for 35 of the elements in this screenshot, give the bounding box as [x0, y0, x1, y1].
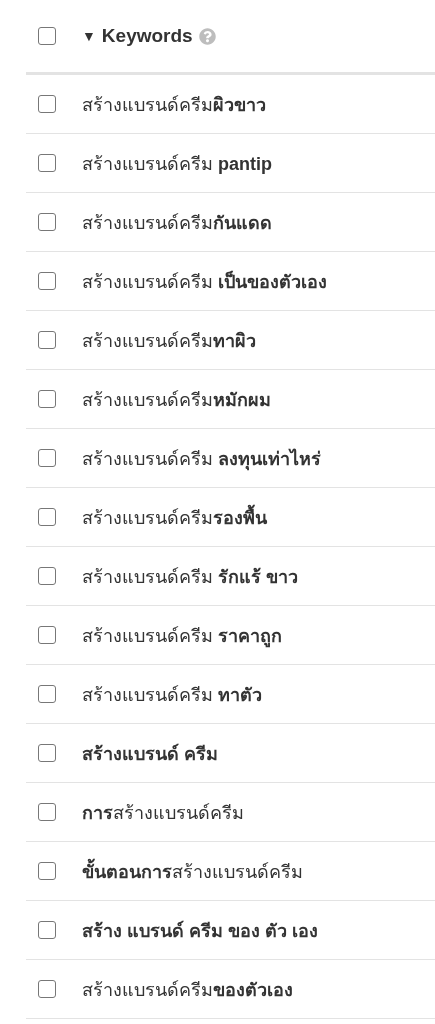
checkbox[interactable] [38, 331, 56, 349]
keyword-text: การสร้างแบรนด์ครีม [82, 801, 244, 825]
column-title: Keywords [101, 25, 193, 47]
checkbox[interactable] [38, 272, 56, 290]
keyword-text: สร้างแบรนด์ครีมรองพื้น [82, 502, 267, 532]
keyword-text: สร้างแบรนด์ครีมของตัวเอง [82, 978, 293, 1002]
keyword-text: สร้าง แบรนด์ ครีม ของ ตัว เอง [82, 919, 318, 943]
keyword-text: สร้างแบรนด์ ครีม [82, 742, 218, 766]
keyword-text: สร้างแบรนด์ครีม รักแร้ ขาว [82, 565, 299, 589]
checkbox[interactable] [38, 95, 56, 113]
checkbox[interactable] [38, 390, 56, 408]
checkbox[interactable] [38, 980, 56, 998]
keyword-text: สร้างแบรนด์ครีม ทาตัว [82, 683, 262, 707]
keyword-text: สร้างแบรนด์ครีม pantip [82, 152, 272, 176]
checkbox[interactable] [38, 626, 56, 644]
checkbox[interactable] [38, 862, 56, 880]
checkbox[interactable] [38, 744, 56, 762]
checkbox[interactable] [38, 27, 56, 45]
keyword-text: สร้างแบรนด์ครีมหมักผม [82, 388, 271, 412]
checkbox[interactable] [38, 154, 56, 172]
keyword-text: สร้างแบรนด์ครีมกันแดด [82, 211, 272, 235]
checkbox[interactable] [38, 567, 56, 585]
checkbox[interactable] [38, 803, 56, 821]
checkbox[interactable] [38, 508, 56, 526]
keyword-text: ขั้นตอนการสร้างแบรนด์ครีม [82, 856, 303, 886]
collapse-toggle[interactable]: ▼ [82, 28, 96, 44]
checkbox[interactable] [38, 213, 56, 231]
keyword-text: สร้างแบรนด์ครีมผิวขาว [82, 93, 266, 117]
checkbox[interactable] [38, 449, 56, 467]
checkbox[interactable] [38, 921, 56, 939]
keyword-text: สร้างแบรนด์ครีม เป็นของตัวเอง [82, 269, 327, 294]
keyword-text: สร้างแบรนด์ครีม ราคาถูก [82, 624, 282, 650]
checkbox[interactable] [38, 685, 56, 703]
keyword-text: สร้างแบรนด์ครีมทาผิว [82, 329, 256, 353]
keyword-text: สร้างแบรนด์ครีม ลงทุนเท่าไหร่ [82, 447, 321, 473]
